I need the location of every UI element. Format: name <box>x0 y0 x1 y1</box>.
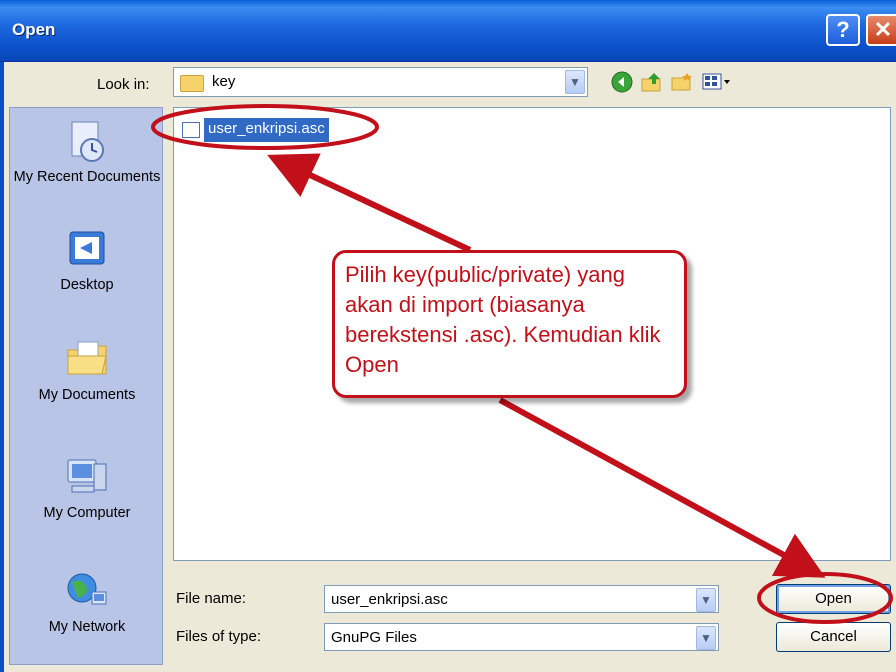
close-button[interactable]: ✕ <box>866 14 896 46</box>
file-icon <box>182 122 200 138</box>
file-name-field[interactable]: user_enkripsi.asc ▼ <box>324 585 719 613</box>
window-frame <box>0 62 4 672</box>
views-menu-icon[interactable] <box>700 71 734 95</box>
file-name: user_enkripsi.asc <box>204 118 329 142</box>
title-bar: Open ? ✕ <box>0 0 896 62</box>
places-bar: My Recent Documents Desktop My Documents… <box>9 107 163 665</box>
place-my-computer[interactable]: My Computer <box>10 454 164 523</box>
chevron-down-icon[interactable]: ▼ <box>696 588 716 612</box>
place-my-network[interactable]: My Network <box>10 568 164 637</box>
file-type-select[interactable]: GnuPG Files ▼ <box>324 623 719 651</box>
file-type-value: GnuPG Files <box>331 629 417 646</box>
my-computer-icon <box>67 459 107 493</box>
recent-documents-icon <box>71 121 104 162</box>
help-button[interactable]: ? <box>826 14 860 46</box>
place-label: Desktop <box>60 277 114 293</box>
place-label: My Documents <box>38 387 136 403</box>
look-in-value: key <box>212 73 236 90</box>
annotation-callout: Pilih key(public/private) yang akan di i… <box>332 250 687 398</box>
file-type-label: Files of type: <box>176 628 262 645</box>
desktop-icon <box>69 231 105 265</box>
window-title: Open <box>12 20 56 39</box>
my-network-icon <box>67 573 107 605</box>
look-in-combo[interactable]: key ▼ <box>173 67 588 97</box>
up-folder-icon[interactable] <box>640 71 664 95</box>
place-recent-documents[interactable]: My Recent Documents <box>10 118 164 187</box>
place-label: My Recent Documents <box>13 169 161 185</box>
place-my-documents[interactable]: My Documents <box>10 336 164 405</box>
file-name-label: File name: <box>176 590 247 607</box>
place-label: My Network <box>48 619 126 635</box>
cancel-button[interactable]: Cancel <box>776 622 891 652</box>
my-documents-icon <box>67 341 107 375</box>
look-in-label: Look in: <box>97 76 150 93</box>
file-name-value: user_enkripsi.asc <box>331 591 448 608</box>
place-label: My Computer <box>43 505 131 521</box>
open-button[interactable]: Open <box>776 584 891 614</box>
chevron-down-icon[interactable]: ▼ <box>565 70 585 94</box>
back-icon[interactable] <box>610 71 634 95</box>
chevron-down-icon[interactable]: ▼ <box>696 626 716 650</box>
place-desktop[interactable]: Desktop <box>10 226 164 295</box>
folder-icon <box>180 75 204 92</box>
new-folder-icon[interactable] <box>670 71 694 95</box>
